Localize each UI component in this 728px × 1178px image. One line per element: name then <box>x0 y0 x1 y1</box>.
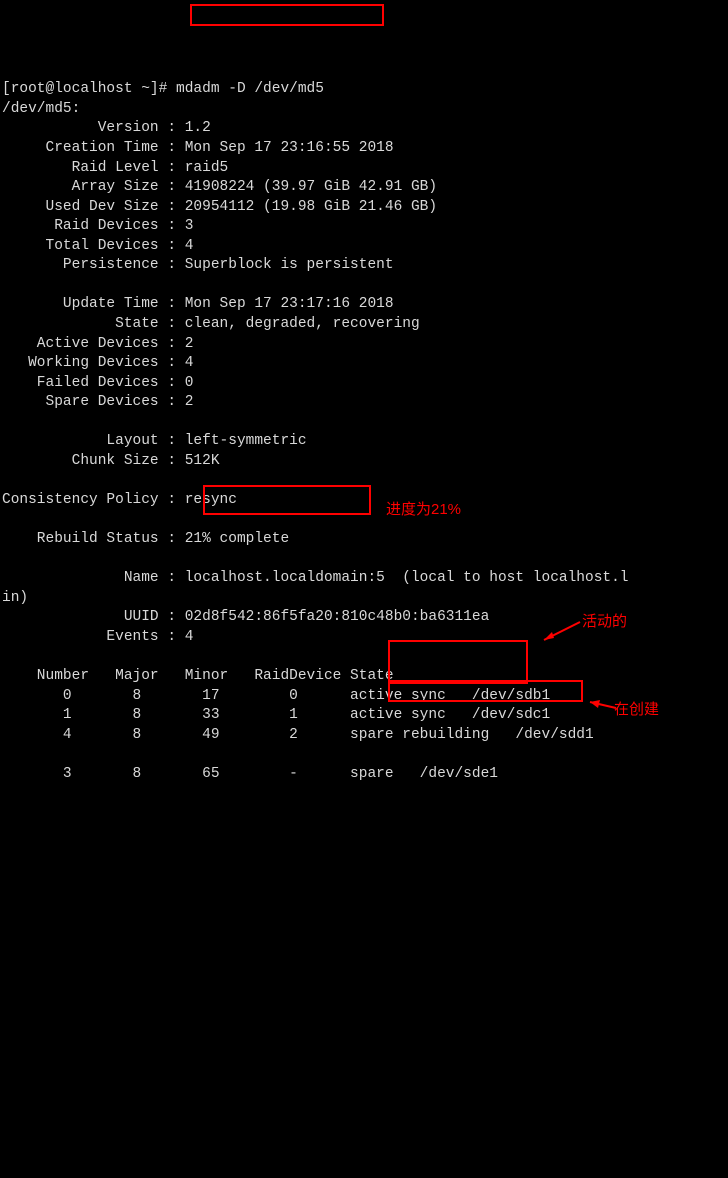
highlight-command <box>190 4 384 26</box>
output-device: /dev/md5: <box>2 101 80 117</box>
output-field-list: Version : 1.2 Creation Time : Mon Sep 17… <box>2 119 726 647</box>
device-table-rows: 0 8 17 0 active sync /dev/sdb1 1 8 33 1 … <box>2 687 726 785</box>
terminal-window[interactable]: [root@localhost ~]# mdadm -D /dev/md5 /d… <box>0 78 728 786</box>
command-input[interactable]: mdadm -D /dev/md5 <box>176 81 324 97</box>
device-table-header: Number Major Minor RaidDevice State <box>2 668 394 684</box>
shell-prompt: [root@localhost ~]# <box>2 81 176 97</box>
